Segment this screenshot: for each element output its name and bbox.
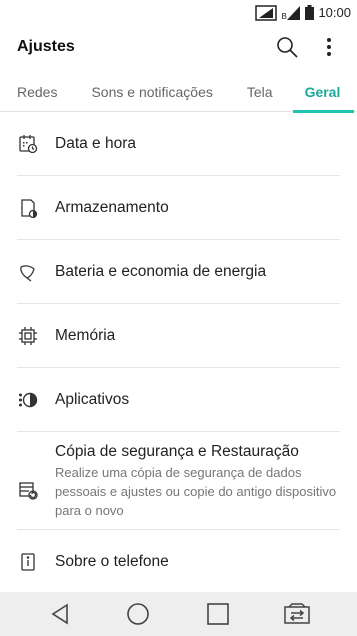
tab-bar: Redes Sons e notificações Tela Geral: [0, 72, 357, 113]
list-item-armazenamento[interactable]: Armazenamento: [0, 176, 357, 240]
battery-saver-icon: [17, 261, 39, 283]
battery-icon: [305, 5, 315, 20]
search-icon: [277, 37, 298, 58]
recents-icon: [207, 603, 229, 625]
item-label: Aplicativos: [55, 391, 130, 408]
item-text: Cópia de segurança e Restauração Realize…: [55, 443, 340, 520]
memory-chip-icon: [17, 325, 39, 347]
list-item-backup[interactable]: Cópia de segurança e Restauração Realize…: [0, 432, 357, 530]
storage-icon: [17, 197, 39, 219]
home-icon: [127, 603, 149, 625]
search-button[interactable]: [269, 29, 305, 65]
navigation-bar: [0, 592, 357, 636]
signal-no-sim-icon: [255, 4, 278, 21]
phone-info-icon: [17, 551, 39, 573]
recents-button[interactable]: [196, 592, 240, 636]
item-label: Data e hora: [55, 135, 136, 152]
item-sublabel: Realize uma cópia de segurança de dados …: [55, 464, 337, 518]
tab-redes[interactable]: Redes: [17, 72, 57, 112]
item-label: Cópia de segurança e Restauração: [55, 442, 299, 460]
list-item-data-e-hora[interactable]: Data e hora: [0, 112, 357, 176]
calendar-clock-icon: [17, 133, 39, 155]
item-label: Bateria e economia de energia: [55, 263, 267, 280]
item-label: Sobre o telefone: [55, 553, 169, 570]
item-label: Memória: [55, 327, 116, 344]
status-bar: B 10:00: [0, 0, 357, 25]
item-label: Armazenamento: [55, 199, 169, 216]
apps-icon: [17, 389, 39, 411]
back-icon: [51, 603, 68, 625]
list-item-bateria[interactable]: Bateria e economia de energia: [0, 240, 357, 304]
dual-window-icon: [284, 603, 310, 624]
more-vert-icon: [327, 38, 331, 56]
list-item-memoria[interactable]: Memória: [0, 304, 357, 368]
sim-label: B: [281, 11, 287, 21]
tab-tela[interactable]: Tela: [247, 72, 273, 112]
list-item-sobre-o-telefone[interactable]: Sobre o telefone: [0, 530, 357, 594]
overflow-menu-button[interactable]: [311, 29, 347, 65]
tab-sons-e-notificacoes[interactable]: Sons e notificações: [91, 72, 212, 112]
app-bar: Ajustes: [0, 25, 357, 69]
tab-geral[interactable]: Geral: [292, 72, 355, 113]
dual-window-button[interactable]: [275, 592, 319, 636]
home-button[interactable]: [116, 592, 160, 636]
clock: 10:00: [318, 5, 351, 20]
page-title: Ajustes: [17, 38, 75, 55]
backup-restore-icon: [17, 479, 39, 501]
signal-icon: B: [281, 5, 301, 21]
settings-list: Data e hora Armazenamento Bateria e econ…: [0, 112, 357, 594]
list-item-aplicativos[interactable]: Aplicativos: [0, 368, 357, 432]
back-button[interactable]: [38, 592, 82, 636]
